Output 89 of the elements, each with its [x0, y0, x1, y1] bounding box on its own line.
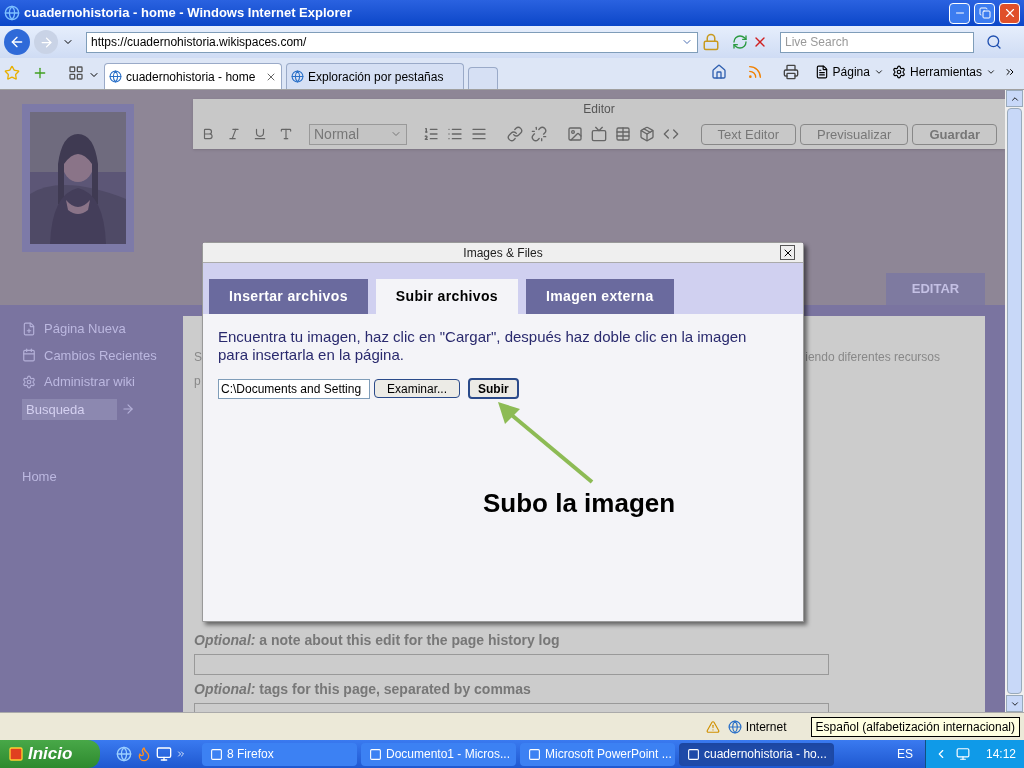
browser-tab[interactable]: cuadernohistoria - home [104, 63, 282, 89]
search-field[interactable]: Busqueda [22, 398, 117, 420]
language-indicator[interactable]: ES [896, 745, 913, 763]
tv-icon[interactable] [591, 126, 607, 142]
clock: 14:12 [985, 746, 1016, 763]
body-text: p [194, 373, 201, 390]
add-favorite-icon[interactable] [32, 65, 48, 81]
taskbar-button[interactable]: 8 Firefox [202, 742, 357, 766]
caret-icon [986, 67, 996, 77]
widget-icon[interactable] [639, 126, 655, 142]
numbered-list-icon[interactable] [423, 126, 439, 142]
annotation-text: Subo la imagen [483, 487, 676, 520]
taskbar-button[interactable]: cuadernohistoria - ho... [679, 742, 834, 766]
app-icon [528, 747, 541, 761]
address-field[interactable]: https://cuadernohistoria.wikispaces.com/ [86, 31, 698, 53]
warning-icon [705, 719, 720, 734]
dialog-tab[interactable]: Subir archivos [375, 279, 518, 314]
page-menu[interactable]: Página [814, 63, 884, 81]
desktop-icon[interactable] [156, 746, 172, 762]
taskbar-button[interactable]: Microsoft PowerPoint ... [520, 742, 675, 766]
refresh-icon[interactable] [732, 34, 748, 50]
printer-icon[interactable] [782, 64, 799, 80]
style-select[interactable]: Normal [309, 123, 407, 145]
app-icon [210, 747, 223, 761]
minimize-button[interactable] [949, 2, 970, 24]
underline-icon[interactable] [253, 127, 267, 141]
gear-icon [22, 374, 36, 389]
search-field[interactable]: Live Search [780, 31, 974, 53]
network-icon[interactable] [955, 747, 970, 761]
browse-button[interactable]: Examinar... [374, 379, 461, 398]
bullet-list-icon[interactable] [447, 126, 463, 142]
code-icon[interactable] [663, 126, 679, 142]
globe-icon[interactable] [4, 5, 20, 21]
body-text: S [194, 349, 202, 366]
home-icon[interactable] [710, 64, 727, 80]
close-button[interactable] [780, 245, 795, 260]
gear-icon [891, 65, 906, 79]
feed-icon[interactable] [746, 64, 763, 80]
taskbar-button[interactable]: Documento1 - Micros... [361, 742, 516, 766]
search-icon[interactable] [986, 34, 1002, 50]
text-color-icon[interactable] [279, 127, 293, 141]
unlink-icon[interactable] [531, 126, 547, 142]
tooltip: Español (alfabetización internacional) [810, 716, 1020, 737]
app-icon [687, 747, 700, 761]
upload-button[interactable]: Subir [468, 378, 519, 399]
page-plus-icon [22, 321, 36, 336]
page-icon [814, 65, 829, 79]
link-icon[interactable] [507, 126, 523, 142]
browser-icon[interactable] [116, 746, 132, 762]
globe-icon [109, 70, 122, 83]
dialog-tab[interactable]: Imagen externa [525, 279, 674, 314]
go-arrow-icon[interactable] [121, 402, 135, 416]
instructions-text: Encuentra tu imagen, haz clic en "Cargar", después haz doble clic en la imagen para insertarla en la página. [218, 328, 748, 364]
favorites-star-icon[interactable] [4, 65, 20, 81]
file-path-field[interactable]: C:\Documents and Setting [218, 378, 370, 399]
calendar-icon [22, 348, 36, 363]
field-label: Optional: a note about this edit for the page history log [194, 631, 560, 650]
quick-tabs-icon[interactable] [68, 65, 84, 81]
restore-button[interactable] [974, 2, 995, 24]
lock-icon[interactable] [702, 33, 720, 51]
browser-tab[interactable]: Exploración por pestañas [286, 63, 464, 89]
forward-arrow-icon [38, 34, 54, 50]
table-icon[interactable] [615, 126, 631, 142]
image-icon[interactable] [567, 126, 583, 142]
field-label: Optional: tags for this page, separated by commas [194, 680, 531, 699]
globe-icon [727, 719, 742, 734]
more-icon[interactable] [1004, 66, 1016, 78]
globe-icon [291, 70, 304, 83]
editor-button[interactable]: Text Editor [700, 123, 796, 145]
dialog-title: Images & Files [463, 244, 543, 262]
restore-icon [978, 7, 991, 19]
editor-button[interactable]: Guardar [912, 123, 997, 145]
start-button[interactable]: Inicio [0, 740, 100, 768]
app-icon [369, 747, 382, 761]
back-button[interactable] [4, 29, 30, 55]
window-title: cuadernohistoria - home - Windows Internet Explorer [24, 4, 353, 23]
bold-icon[interactable] [201, 127, 215, 141]
scrollbar[interactable] [1005, 90, 1024, 712]
dialog-tab[interactable]: Insertar archivos [209, 279, 368, 314]
flame-icon[interactable] [136, 746, 152, 762]
zone-label: Internet [745, 718, 787, 736]
editor-title: Editor [582, 101, 616, 118]
tools-menu[interactable]: Herramientas [891, 63, 996, 81]
editor-button[interactable]: Previsualizar [800, 123, 909, 145]
italic-icon[interactable] [227, 127, 241, 141]
caret-icon [873, 67, 884, 77]
new-tab-button[interactable] [468, 67, 498, 89]
text-field[interactable] [194, 654, 829, 675]
rule-icon[interactable] [471, 126, 487, 142]
